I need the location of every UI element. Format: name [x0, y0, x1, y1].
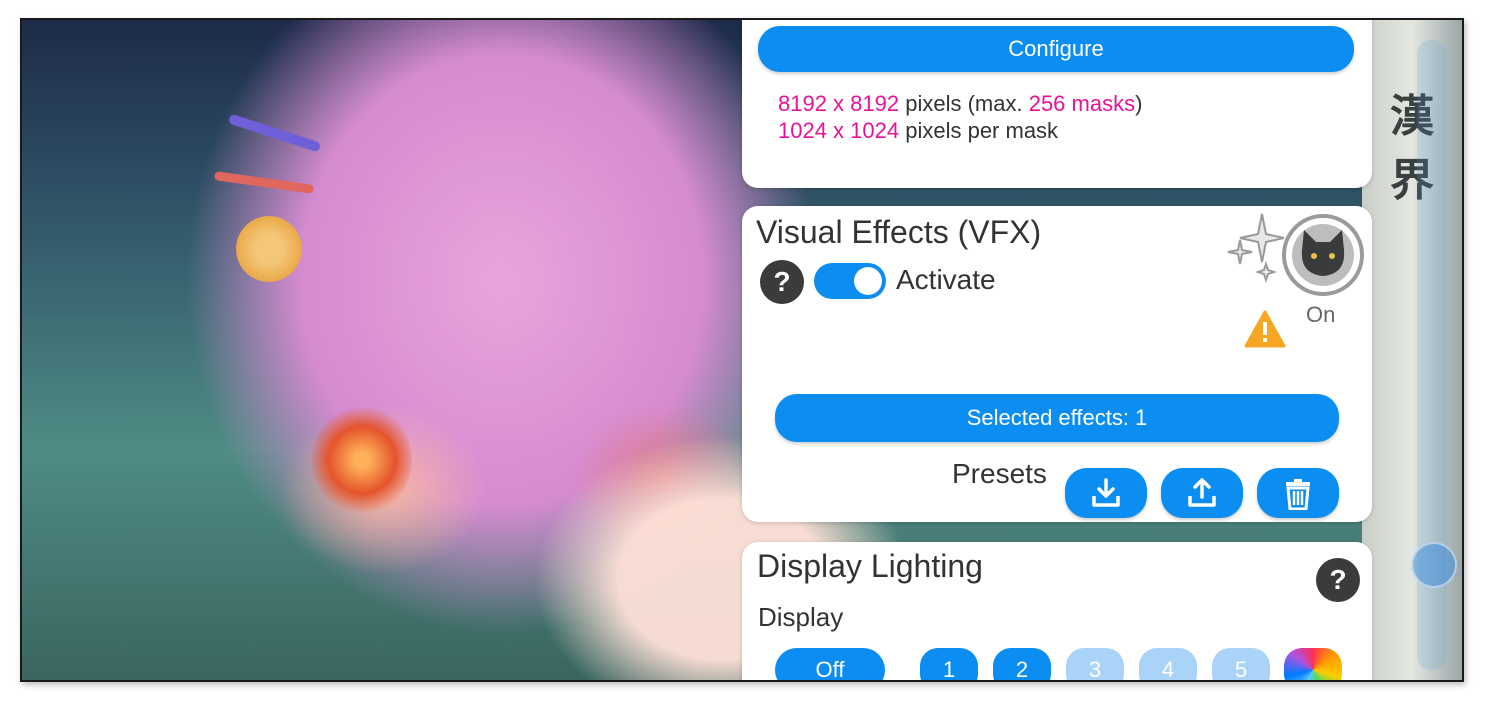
eye	[312, 405, 412, 515]
toggle-knob	[854, 267, 882, 295]
upload-icon	[1188, 478, 1216, 507]
display-channel-5-button[interactable]: 5	[1212, 648, 1270, 680]
vfx-title: Visual Effects (VFX)	[756, 214, 1042, 250]
selected-effects-button[interactable]: Selected effects: 1	[775, 394, 1339, 442]
flower-clip	[236, 216, 302, 282]
display-lighting-title: Display Lighting	[757, 548, 983, 584]
help-icon[interactable]: ?	[1316, 558, 1360, 602]
sparkle-icon	[1227, 213, 1285, 284]
display-channel-3-button[interactable]: 3	[1066, 648, 1124, 680]
download-preset-button[interactable]	[1065, 468, 1147, 518]
activate-label: Activate	[896, 264, 996, 295]
app-window: 漢 界 Configure 8192 x 8192 pixels (max. 2…	[20, 18, 1464, 682]
color-wheel-icon[interactable]	[1284, 648, 1342, 680]
display-channel-2-button[interactable]: 2	[993, 648, 1051, 680]
display-channel-1-button[interactable]: 1	[920, 648, 978, 680]
configure-button[interactable]: Configure	[758, 26, 1354, 72]
texture-size: 8192 x 8192	[778, 91, 900, 116]
trash-icon	[1286, 479, 1310, 510]
mask-size: 1024 x 1024	[778, 118, 900, 143]
scrollbar-thumb[interactable]	[1411, 542, 1457, 588]
delete-preset-button[interactable]	[1257, 468, 1339, 518]
download-icon	[1092, 478, 1120, 507]
upload-preset-button[interactable]	[1161, 468, 1243, 518]
mask-info: 8192 x 8192 pixels (max. 256 masks) 1024…	[778, 91, 1143, 143]
display-channel-4-button[interactable]: 4	[1139, 648, 1197, 680]
warning-icon[interactable]	[1244, 310, 1286, 348]
help-icon[interactable]: ?	[760, 260, 804, 304]
display-label: Display	[758, 602, 844, 632]
cat-icon[interactable]	[1280, 212, 1366, 298]
display-off-button[interactable]: Off	[775, 648, 885, 680]
mask-panel: Configure 8192 x 8192 pixels (max. 256 m…	[742, 20, 1372, 188]
activate-toggle[interactable]	[814, 263, 886, 299]
vfx-status: On	[1306, 302, 1336, 327]
vfx-panel: Visual Effects (VFX) ? Activate On Selec…	[742, 206, 1372, 522]
max-masks: 256 masks	[1028, 91, 1136, 116]
presets-label: Presets	[952, 458, 1047, 489]
